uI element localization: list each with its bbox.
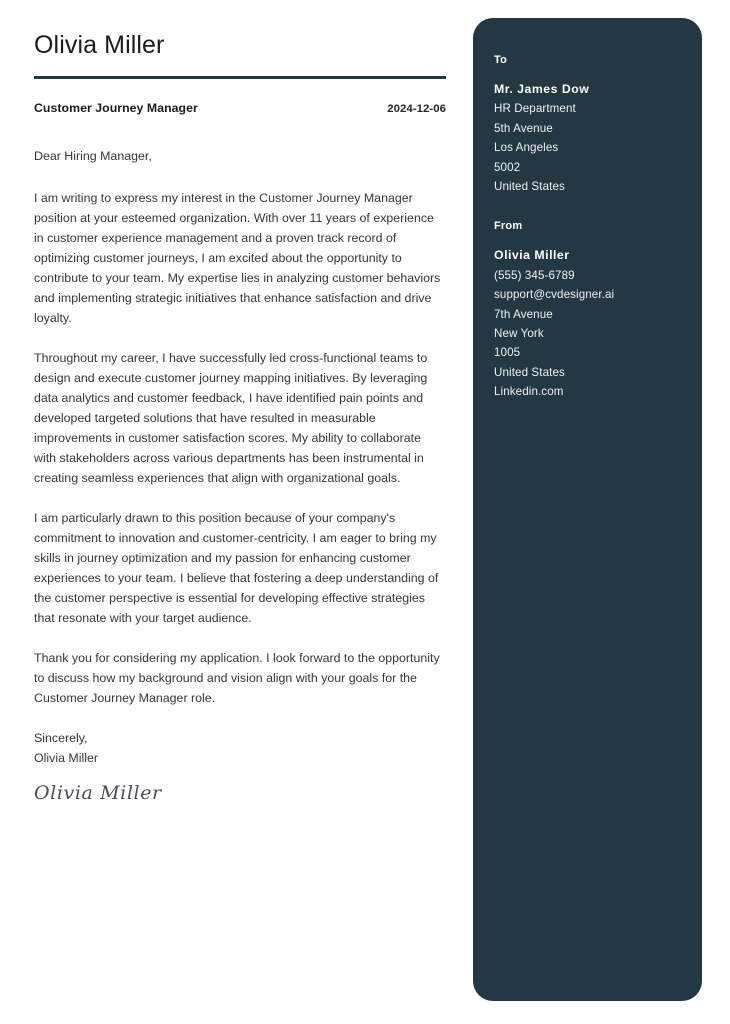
sender-block: From Olivia Miller (555) 345-6789 suppor… xyxy=(494,220,702,401)
sender-label: From xyxy=(494,220,523,233)
sender-line: United States xyxy=(494,365,565,379)
header-divider xyxy=(34,76,446,79)
recipient-block: To Mr. James Dow HR Department 5th Avenu… xyxy=(494,54,702,196)
recipient-label: To xyxy=(494,54,508,66)
sender-name: Olivia Miller xyxy=(494,248,570,263)
body-paragraph-3: I am particularly drawn to this position… xyxy=(34,511,439,625)
sender-linkedin[interactable]: Linkedin.com xyxy=(494,382,702,401)
body-paragraph-4: Thank you for considering my application… xyxy=(34,651,440,705)
job-title: Customer Journey Manager xyxy=(34,101,198,115)
sender-phone: (555) 345-6789 xyxy=(494,268,575,282)
recipient-line: 5th Avenue xyxy=(494,121,553,135)
page-title: Olivia Miller xyxy=(34,31,165,59)
contact-sidebar: To Mr. James Dow HR Department 5th Avenu… xyxy=(473,18,702,1001)
letter-date: 2024-12-06 xyxy=(387,103,446,115)
recipient-line: United States xyxy=(494,180,565,194)
sender-line: New York xyxy=(494,327,544,341)
recipient-line: Los Angeles xyxy=(494,141,559,155)
body-paragraph-2: Throughout my career, I have successfull… xyxy=(34,351,428,485)
closing-name: Olivia Miller xyxy=(34,751,99,765)
letter-content: Olivia Miller Customer Journey Manager 2… xyxy=(34,30,446,804)
sender-email[interactable]: support@cvdesigner.ai xyxy=(494,285,702,304)
closing-phrase: Sincerely, xyxy=(34,731,88,745)
sender-line: 1005 xyxy=(494,346,521,360)
body-paragraph-1: I am writing to express my interest in t… xyxy=(34,191,441,325)
cover-letter-page: Olivia Miller Customer Journey Manager 2… xyxy=(0,0,730,1024)
recipient-line: HR Department xyxy=(494,102,576,116)
title-date-row: Customer Journey Manager 2024-12-06 xyxy=(34,101,446,115)
sender-line: 7th Avenue xyxy=(494,307,553,321)
recipient-line: 5002 xyxy=(494,160,521,174)
signature: Olivia Miller xyxy=(34,782,162,804)
recipient-name: Mr. James Dow xyxy=(494,82,590,96)
closing-block: Sincerely, Olivia Miller xyxy=(34,728,446,768)
salutation: Dear Hiring Manager, xyxy=(34,149,152,163)
